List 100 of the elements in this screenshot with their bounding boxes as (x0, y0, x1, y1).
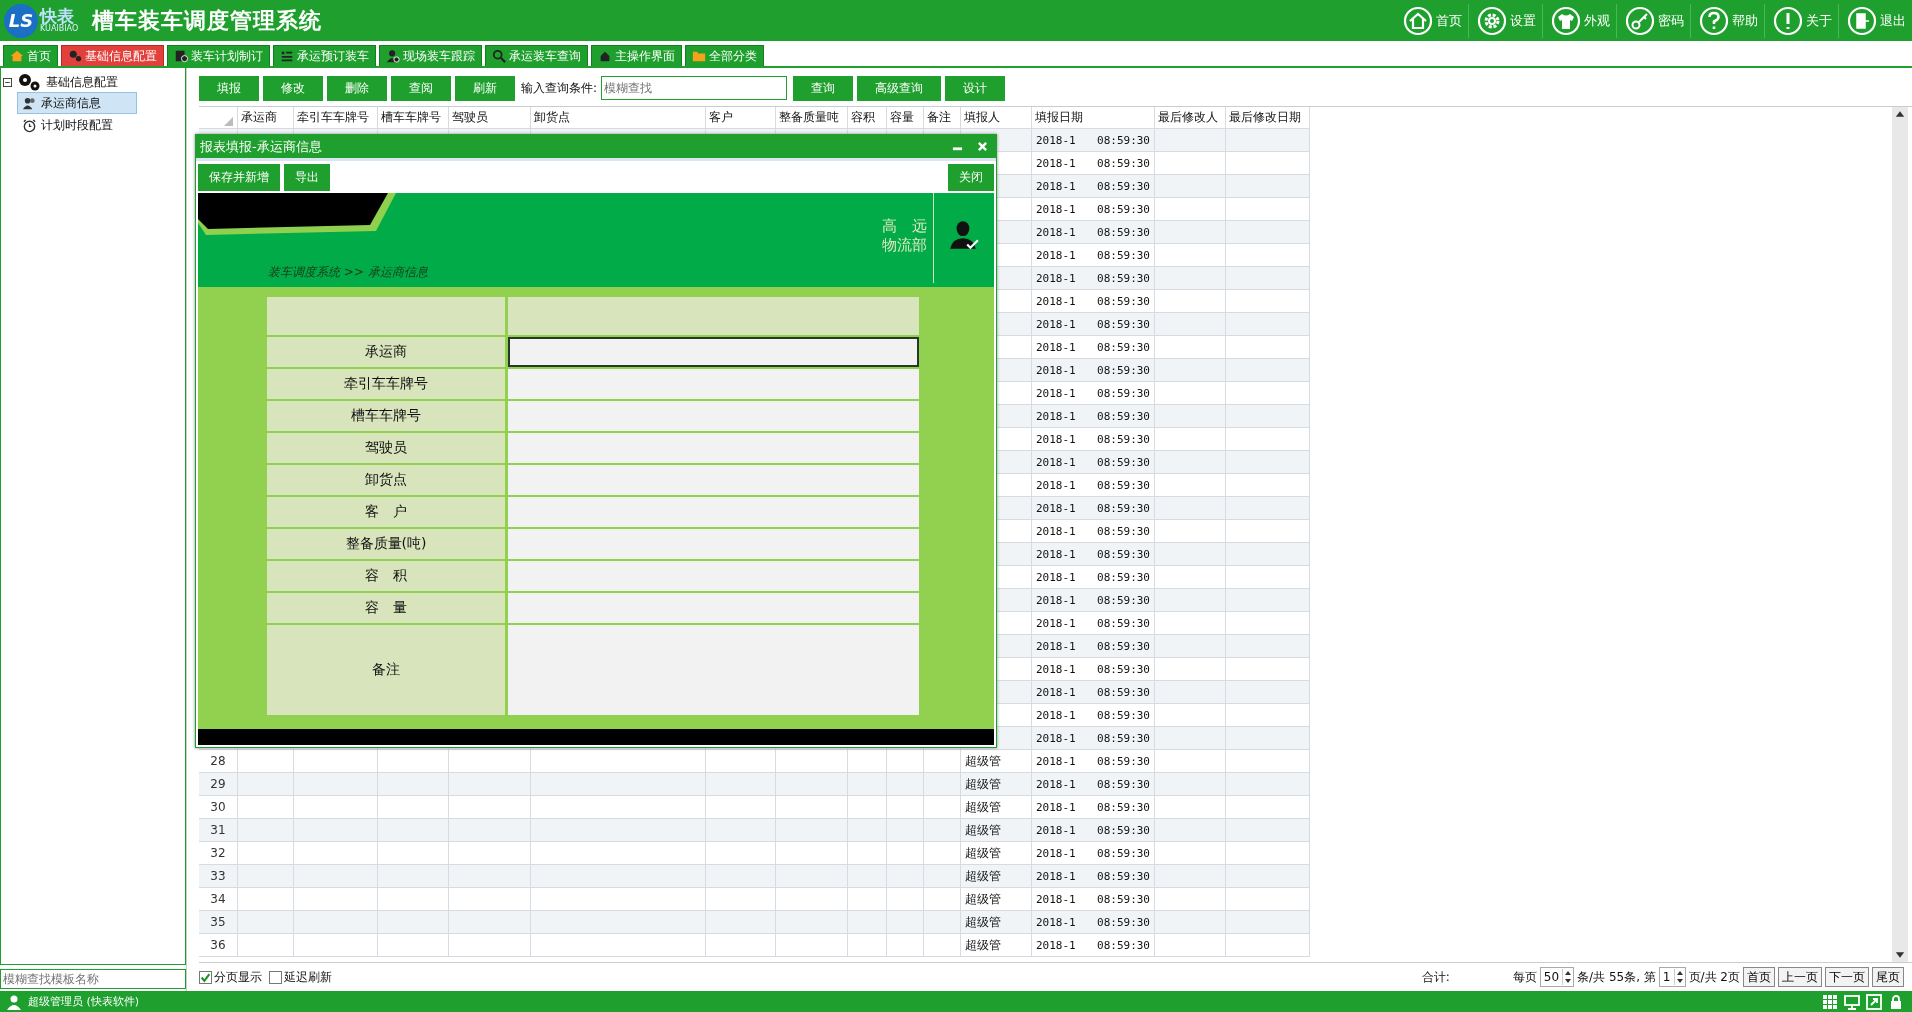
key-icon (1625, 5, 1655, 36)
template-search-field[interactable]: 模糊查找模板名称 (0, 969, 186, 989)
toolbar-button[interactable]: 查阅 (391, 75, 451, 101)
dialog-title: 报表填报-承运商信息 (200, 137, 323, 156)
nav-tab[interactable]: 承运预订装车 (273, 45, 376, 66)
time-text: 08:59:30 (1097, 248, 1150, 262)
info-icon (1773, 5, 1803, 36)
time-text: 08:59:30 (1097, 616, 1150, 630)
row-number: 31 (199, 819, 238, 842)
dialog-button[interactable]: 保存并新增 (198, 163, 280, 191)
time-text: 08:59:30 (1097, 869, 1150, 883)
checkbox[interactable]: 分页显示 (199, 968, 262, 986)
table-cell (776, 865, 848, 888)
checkbox[interactable]: 延迟刷新 (269, 968, 332, 986)
logo-text: 快表 (40, 8, 74, 25)
pager-button[interactable]: 首页 (1743, 967, 1775, 987)
nav-tab[interactable]: 承运装车查询 (485, 45, 588, 66)
grid-icon[interactable] (1822, 993, 1838, 1010)
current-user: 超级管理员 (快表软件) (28, 994, 140, 1009)
nav-tab[interactable]: 现场装车跟踪 (379, 45, 482, 66)
header-button[interactable]: 设置 (1468, 3, 1542, 38)
toolbar-button[interactable]: 高级查询 (857, 75, 942, 101)
time-text: 08:59:30 (1097, 823, 1150, 837)
query-field[interactable]: 模糊查找 (601, 76, 788, 100)
field-label: 卸货点 (267, 465, 508, 497)
nav-tab[interactable]: 基础信息配置 (61, 45, 164, 66)
toolbar-button[interactable]: 设计 (945, 75, 1006, 101)
table-cell (848, 934, 887, 957)
pager-button[interactable]: 上一页 (1778, 967, 1822, 987)
table-cell: 超级管 (961, 819, 1032, 842)
table-cell: 超级管 (961, 911, 1032, 934)
toolbar-button[interactable]: 刷新 (455, 75, 515, 101)
row-number: 35 (199, 911, 238, 934)
tree-item[interactable]: 承运商信息 (17, 92, 137, 114)
user-icon (6, 993, 22, 1010)
checkbox-box[interactable] (269, 970, 282, 984)
date-text: 2018-1 (1036, 846, 1076, 860)
spinner-arrows-icon[interactable] (1673, 969, 1685, 985)
date-text: 2018-1 (1036, 478, 1076, 492)
person-icon (386, 49, 400, 63)
pager-button[interactable]: 尾页 (1872, 967, 1904, 987)
table-cell (924, 819, 961, 842)
close-icon[interactable] (977, 141, 988, 152)
lock-icon[interactable] (1888, 993, 1904, 1010)
scrollbar[interactable] (1892, 107, 1908, 962)
header-button[interactable]: 密码 (1616, 3, 1690, 38)
table-cell (706, 911, 776, 934)
checkbox-box[interactable] (199, 970, 212, 984)
external-link-icon[interactable] (1866, 993, 1882, 1010)
date-text: 2018-1 (1036, 524, 1076, 538)
date-text: 2018-1 (1036, 409, 1076, 423)
date-text: 2018-1 (1036, 156, 1076, 170)
gears-icon (16, 72, 42, 92)
header-button[interactable]: 关于 (1764, 3, 1838, 38)
time-text: 08:59:30 (1097, 708, 1150, 722)
time-text: 08:59:30 (1097, 156, 1150, 170)
date-text: 2018-1 (1036, 133, 1076, 147)
time-text: 08:59:30 (1097, 179, 1150, 193)
table-cell (706, 934, 776, 957)
toolbar-button[interactable]: 填报 (199, 75, 259, 101)
date-text: 2018-1 (1036, 685, 1076, 699)
tree-item[interactable]: 基础信息配置 (44, 72, 120, 92)
nav-tab[interactable]: 首页 (3, 45, 58, 66)
table-cell (238, 865, 294, 888)
field-label: 承运商 (267, 337, 508, 369)
nav-tab[interactable]: 装车计划制订 (167, 45, 270, 66)
table-cell (378, 773, 449, 796)
nav-tab[interactable]: 全部分类 (685, 45, 764, 66)
tree-item[interactable]: 计划时段配置 (17, 114, 137, 136)
total-label: 合计: (1421, 968, 1450, 986)
company-name: 物流部 (882, 236, 927, 255)
per-page-spinner[interactable]: 50 (1539, 967, 1575, 987)
exit-icon (1847, 5, 1877, 36)
table-cell (378, 934, 449, 957)
time-text: 08:59:30 (1097, 386, 1150, 400)
time-text: 08:59:30 (1097, 455, 1150, 469)
header-button[interactable]: 外观 (1542, 3, 1616, 38)
input-field[interactable] (508, 337, 919, 367)
company-name: 高 远 (882, 217, 927, 236)
page-spinner[interactable]: 1 (1658, 967, 1686, 987)
monitor-icon[interactable] (1844, 993, 1860, 1010)
date-text: 2018-1 (1036, 869, 1076, 883)
spinner-arrows-icon[interactable] (1562, 969, 1574, 985)
time-text: 08:59:30 (1097, 501, 1150, 515)
collapse-icon[interactable] (3, 77, 12, 87)
close-button[interactable]: 关闭 (948, 163, 994, 191)
toolbar-button[interactable]: 查询 (793, 75, 854, 101)
time-text: 08:59:30 (1097, 225, 1150, 239)
header-button[interactable]: 帮助 (1690, 3, 1764, 38)
table-cell (887, 819, 924, 842)
header-button[interactable]: 退出 (1838, 3, 1912, 38)
field-label: 牵引车车牌号 (267, 369, 508, 401)
toolbar-button[interactable]: 删除 (327, 75, 387, 101)
pager-button[interactable]: 下一页 (1825, 967, 1869, 987)
dialog-button[interactable]: 导出 (284, 163, 330, 191)
header-button[interactable]: 首页 (1395, 3, 1468, 38)
time-text: 08:59:30 (1097, 409, 1150, 423)
nav-tab[interactable]: 主操作界面 (591, 45, 682, 66)
table-cell (887, 911, 924, 934)
toolbar-button[interactable]: 修改 (263, 75, 323, 101)
